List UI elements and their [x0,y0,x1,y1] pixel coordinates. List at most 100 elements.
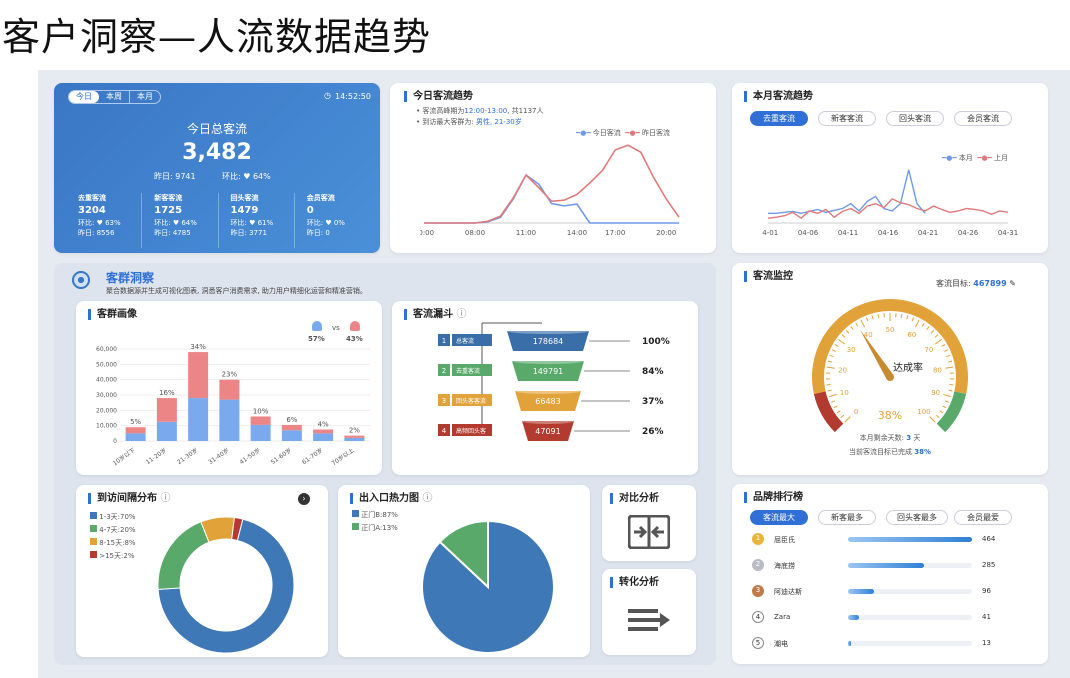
insight-title: 客群洞察 [106,271,155,285]
gauge-tick [845,330,850,334]
compare-card[interactable]: 对比分析 [602,485,696,561]
gauge-tick [929,416,936,423]
peak-note: • 客流高峰期为12:00-13:00, 共1137人 [416,107,544,115]
gauge-tick [834,343,839,347]
brand-bar-fill [848,641,852,646]
gauge-tick [943,393,952,398]
tab-today[interactable]: 今日 [69,91,99,103]
brand-bar-track [848,615,972,620]
step-pct: 100% [642,337,670,347]
total-ratio: 环比: ♥ 64% [222,172,271,181]
x-tick-label: 14:00 [567,229,587,237]
x-tick-label: 70岁以上 [330,446,356,467]
monitor-card: 客流监控 客流目标: 467899 ✎ 0 10 20 30 40 50 60 70 80 90 1… [732,263,1048,475]
brand-tab-new[interactable]: 新客最多 [818,510,876,525]
x-tick-label: 04-21 [918,229,938,237]
brand-row[interactable]: 3 阿迪达斯 96 [748,582,1038,602]
y-tick-label: 40,000 [96,377,117,384]
tab-week[interactable]: 本周 [99,91,129,103]
bar-0 [156,421,177,441]
brand-tab-member[interactable]: 会员最爱 [954,510,1012,525]
brand-row[interactable]: 4 Zara 41 [748,608,1038,628]
month-trend-chart: 04-01 04-06 04-11 04-16 04-21 04-26 04-31 [762,169,1018,237]
bar-1 [313,429,334,434]
gauge-tick [827,389,832,392]
brand-value: 13 [982,639,991,647]
medal-icon: 2 [752,559,764,571]
brand-bar-track [848,589,972,594]
gauge-tick [947,360,953,363]
step-number: 4 [442,427,447,435]
gauge-tick-label: 30 [847,346,856,354]
help-icon[interactable]: ⓘ [422,493,432,504]
next-arrow-icon[interactable]: › [298,493,310,505]
edit-icon[interactable]: ✎ [1009,279,1016,288]
step-number: 1 [442,337,446,345]
gauge-tick-label: 100 [917,408,930,416]
brand-value: 285 [982,561,996,569]
gauge-tick-label: 20 [838,366,847,374]
male-icon [312,321,322,331]
step-label: 高频回头客 [456,427,486,435]
data-label: 4% [318,421,329,429]
month-tab-new[interactable]: 新客客流 [818,111,876,126]
step-label: 总客流 [456,337,474,345]
insight-panel: 客群洞察 聚合数据源并生成可视化图表, 洞悉客户消费需求, 助力用户精细化运营和… [54,263,716,665]
interval-legend: 1-3天:70% 4-7天:20% 8-15天:8% >15天:2% [90,511,136,563]
gauge-tick [914,319,920,328]
brand-tab-traffic[interactable]: 客流最大 [750,510,808,525]
x-tick-label: 11:00 [516,229,536,237]
gauge-needle [859,329,894,380]
month-tab-dedup[interactable]: 去重客流 [750,111,808,126]
convert-card[interactable]: 转化分析 [602,569,696,655]
month-tab-return[interactable]: 回头客流 [886,111,944,126]
gauge-tick [840,414,845,419]
rank-badge: 4 [752,611,764,623]
brand-row[interactable]: 2 海底捞 285 [748,556,1038,576]
y-tick-label: 30,000 [96,392,117,399]
month-tab-member[interactable]: 会员客流 [954,111,1012,126]
convert-icon [628,609,670,631]
brand-row[interactable]: 1 屈臣氏 464 [748,530,1038,550]
step-number: 3 [442,397,446,405]
tab-month[interactable]: 本月 [129,91,160,103]
gauge-tick [831,349,836,352]
month-trend-card: 本月客流趋势 去重客流 新客客流 回头客流 会员客流 ━●━ 本月 ━●━ 上月… [732,83,1048,253]
data-label: 5% [130,418,141,426]
bar-0 [125,433,146,441]
y-tick-label: 10,000 [96,423,117,430]
gauge-tick [944,400,949,403]
data-label: 10% [253,407,269,415]
funnel-chart: 1 总客流 178684 100% 2 去重客流 149791 84% 3 回头客客流 66483 3… [438,322,670,441]
today-trend-legend: ━●━ 今日客流 ━●━ 昨日客流 [576,129,671,137]
gauge-tick-label: 90 [931,389,940,397]
brand-tab-return[interactable]: 回头客最多 [886,510,948,525]
brand-bar-track [848,537,972,542]
gauge-tick [833,405,838,409]
remain-days: 本月剩余天数: 3 天 [859,434,921,442]
today-trend-card: 今日客流趋势 • 客流高峰期为12:00-13:00, 共1137人 • 到访最… [390,83,716,253]
gauge-chart: 0102030405060708090100达成率38% [812,299,968,433]
y-tick-label: 20,000 [96,407,117,414]
step-value: 47091 [535,427,560,436]
data-label: 2% [349,427,360,435]
brand-bar-track [848,563,972,568]
funnel-rim [515,388,581,394]
gauge-tick [826,384,831,386]
gauge-tick [911,317,915,322]
stat-row: 去重客流 3204 环比: ♥ 63% 昨日: 8556 新客客流 1725 环… [64,193,370,248]
brand-title: 品牌排行榜 [744,492,803,503]
bar-0 [313,433,334,441]
brand-row[interactable]: 5 潮电 13 [748,634,1038,654]
help-icon[interactable]: ⓘ [456,309,466,320]
gauge-tick [934,334,939,338]
funnel-card: 客流漏斗 ⓘ 1 总客流 178684 100% 2 去重客流 149791 84% 3 回头客客… [392,301,698,475]
x-tick-label: 04-16 [878,229,899,237]
crowd-note: • 到访最大客群为: 男性, 21-30岁 [416,118,522,126]
step-label: 去重客流 [456,367,480,375]
gauge-tick-label: 10 [840,389,849,397]
current-time: 14:52:50 [335,92,371,101]
help-icon[interactable]: ⓘ [160,493,170,504]
funnel-title: 客流漏斗 ⓘ [404,309,466,320]
step-value: 149791 [533,367,564,376]
